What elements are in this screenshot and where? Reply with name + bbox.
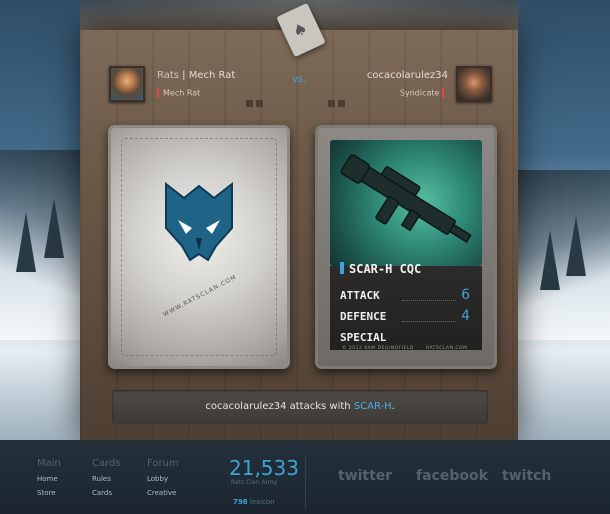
weapon-card[interactable]: SCAR-H CQC ATTACK 6 DEFENCE 4 SPECIAL © … <box>315 125 497 369</box>
footer-nav-forum: Forum Lobby Creative <box>147 458 179 503</box>
footer-link-lobby[interactable]: Lobby <box>147 475 179 483</box>
footer-link-store[interactable]: Store <box>37 489 61 497</box>
player2-subtitle: Syndicate <box>400 88 448 98</box>
battle-log: cocacolarulez34 attacks with SCAR-H. <box>112 390 488 424</box>
footer-heading: Cards <box>92 458 121 469</box>
player1-name[interactable]: Rats | Mech Rat <box>157 70 235 81</box>
secondary-counter: 798 lexicon <box>233 498 275 506</box>
match-header: Rats | Mech Rat Mech Rat vs. cocacolarul… <box>100 62 500 107</box>
card-site: RATSCLAN.COM <box>426 346 468 351</box>
log-actor[interactable]: cocacolarulez34 <box>205 401 286 412</box>
player1-clan: Rats <box>157 70 179 81</box>
card-title: SCAR-H CQC <box>340 262 421 276</box>
footer-heading: Forum <box>147 458 179 469</box>
footer-link-creative[interactable]: Creative <box>147 489 179 497</box>
footer-nav-cards: Cards Rules Cards <box>92 458 121 503</box>
log-weapon[interactable]: SCAR-H <box>354 401 392 412</box>
player1-pips <box>246 92 266 107</box>
player1-username: Mech Rat <box>188 70 236 81</box>
member-counter-label: Rats Clan Army <box>231 479 278 486</box>
twitter-link[interactable]: twitter <box>338 468 392 484</box>
player2-health-bar <box>442 88 444 98</box>
pine-tree <box>540 230 560 290</box>
vs-label: vs. <box>292 74 307 85</box>
footer-link-cards[interactable]: Cards <box>92 489 121 497</box>
stat-defence: DEFENCE 4 <box>340 308 470 324</box>
battle-log-text: cocacolarulez34 attacks with SCAR-H. <box>205 401 395 412</box>
site-footer: Main Home Store Cards Rules Cards Forum … <box>0 440 610 514</box>
stat-attack: ATTACK 6 <box>340 287 470 303</box>
facebook-link[interactable]: facebook <box>416 468 488 484</box>
pine-tree <box>16 212 36 272</box>
twitch-link[interactable]: twitch <box>502 468 551 484</box>
card-back[interactable]: WWW.RATSCLAN.COM <box>108 125 290 369</box>
member-counter: 21,533 <box>229 456 299 480</box>
player1-health-bar <box>157 88 159 98</box>
card-copyright: © 2012 KAM DEGINOFIELD <box>342 346 414 351</box>
player1-avatar[interactable] <box>109 66 145 102</box>
footer-link-home[interactable]: Home <box>37 475 61 483</box>
player2-pips <box>328 92 348 107</box>
stat-special: SPECIAL <box>340 331 387 344</box>
player2-name[interactable]: cocacolarulez34 <box>367 70 448 81</box>
player2-avatar[interactable] <box>456 66 492 102</box>
pine-tree <box>566 216 586 276</box>
player1-subtitle: Mech Rat <box>157 88 200 98</box>
footer-link-rules[interactable]: Rules <box>92 475 121 483</box>
rat-emblem-icon <box>165 181 233 262</box>
footer-heading: Main <box>37 458 61 469</box>
card-art <box>330 140 482 266</box>
rifle-icon <box>340 154 472 244</box>
footer-divider <box>305 454 306 509</box>
footer-nav-main: Main Home Store <box>37 458 61 503</box>
pine-tree <box>44 198 64 258</box>
